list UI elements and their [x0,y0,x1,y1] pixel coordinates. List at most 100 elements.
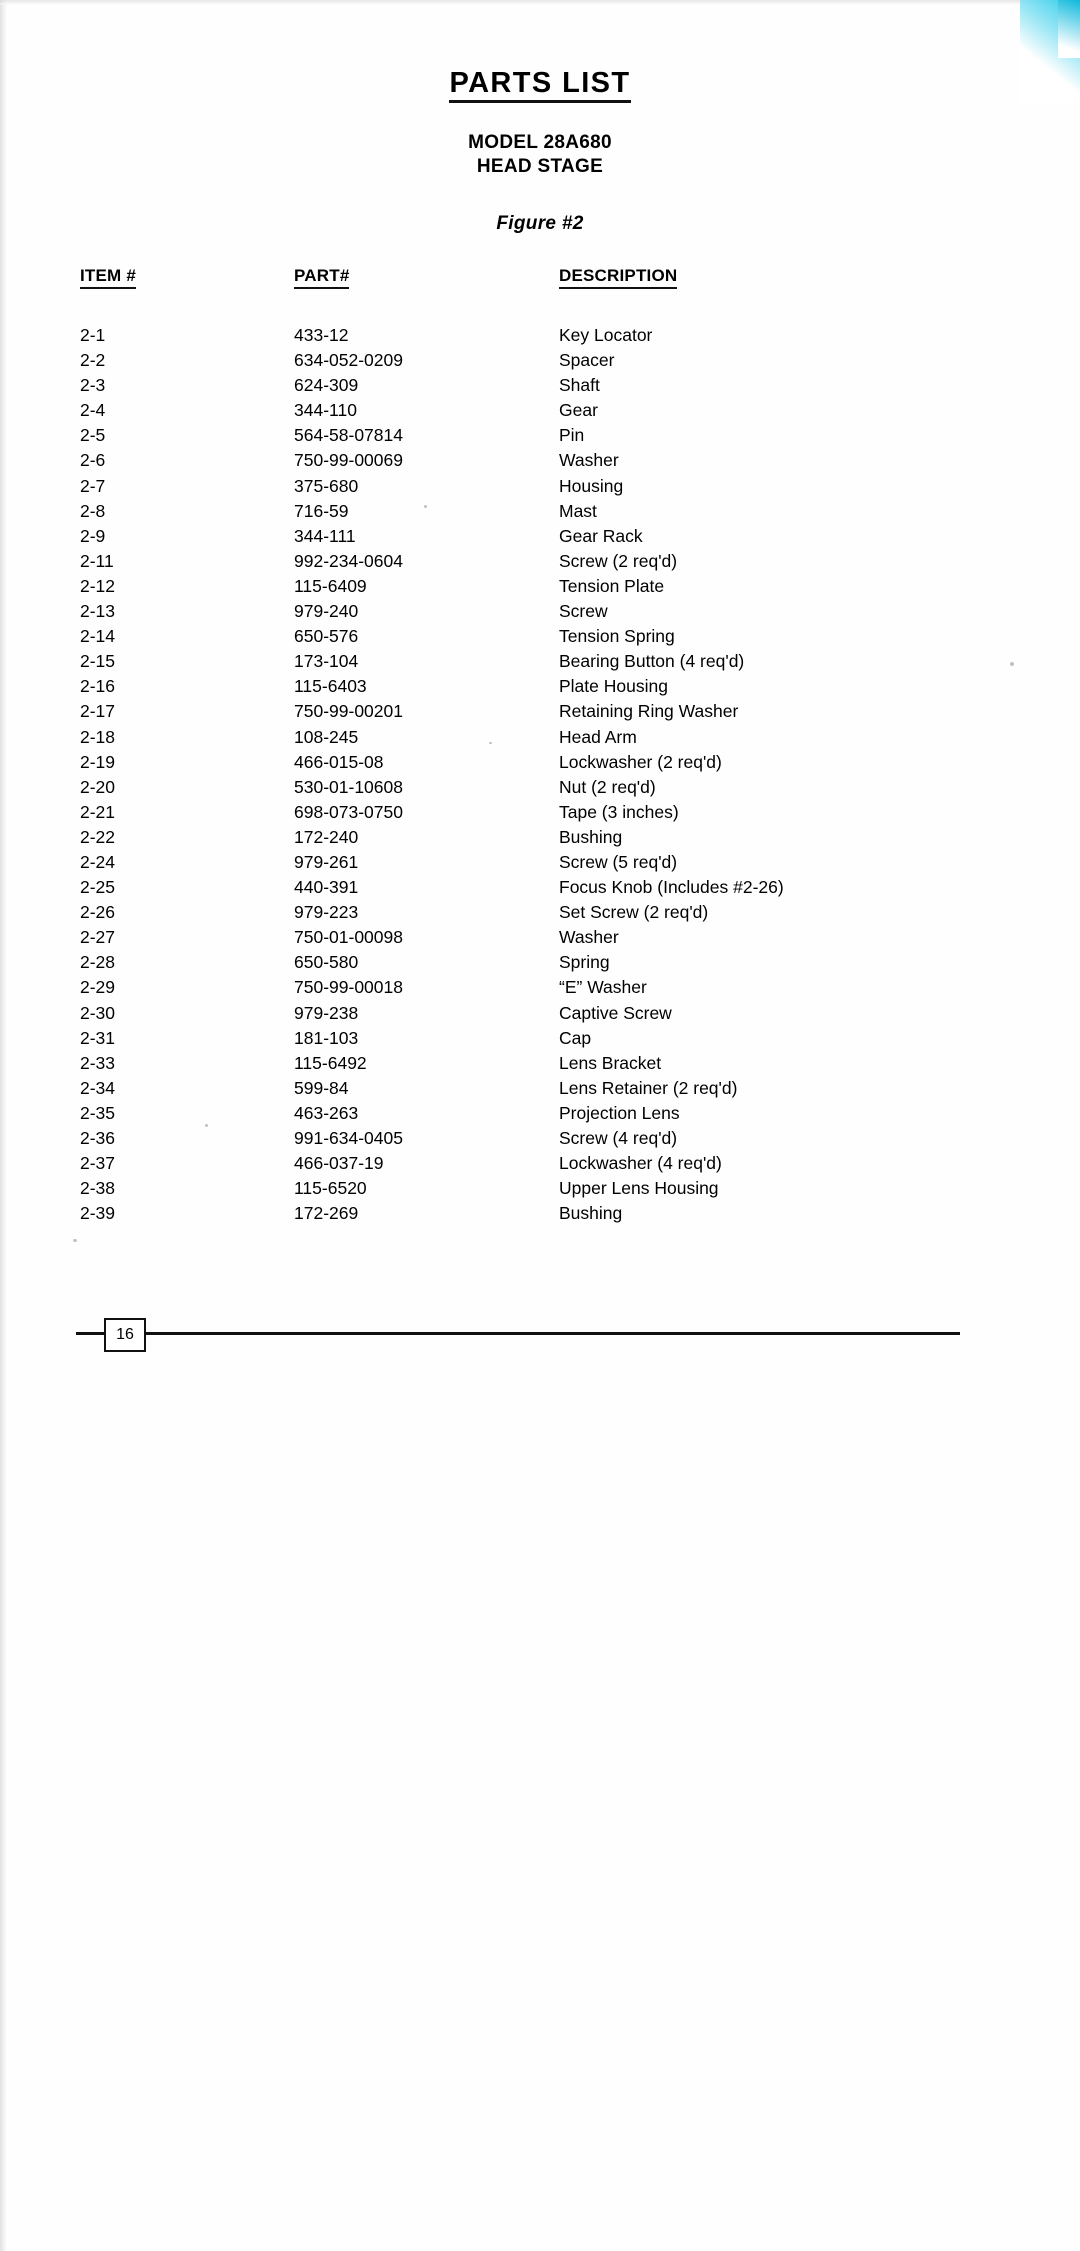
cell-part-number: 564-58-07814 [294,425,403,446]
cell-description: Captive Screw [559,1002,672,1023]
cell-description: Lockwasher (4 req'd) [559,1153,722,1174]
cell-item-number: 2-36 [80,1128,116,1148]
cell-item-number: 2-5 [80,425,106,446]
cell-part-number: 979-240 [294,601,359,622]
cell-item-number: 2-2 [80,350,106,371]
cell-description: Set Screw (2 req'd) [559,902,709,923]
cell-part-number: 440-391 [294,877,359,898]
cell-description: Spacer [559,350,615,371]
cell-description: Gear Rack [559,525,643,546]
cell-part-number: 108-245 [294,726,359,747]
cell-part-number: 115-6409 [294,575,367,596]
table-row: 2-29 750-99-00018 “E” Washer [80,975,940,1000]
cell-description: Screw (2 req'd) [559,550,678,571]
table-row: 2-20 530-01-10608 Nut (2 req'd) [80,775,940,800]
table-row: 2-8 716-59 Mast [80,499,940,524]
cell-part-number: 750-99-00069 [294,450,403,471]
scan-speck [1010,662,1014,666]
cell-part-number: 599-84 [294,1077,349,1098]
cell-part-number: 172-269 [294,1203,359,1224]
cell-part-number: 979-261 [294,851,359,872]
cell-description: Shaft [559,375,600,396]
cell-description: Bearing Button (4 req'd) [559,651,745,672]
cell-description: Projection Lens [559,1102,680,1123]
cell-part-number: 466-037-19 [294,1153,384,1174]
table-row: 2-11 992-234-0604 Screw (2 req'd) [80,549,940,574]
cell-description: Tape (3 inches) [559,801,679,822]
cell-item-number: 2-26 [80,902,116,923]
cell-item-number: 2-13 [80,601,116,622]
table-row: 2-35 463-263 Projection Lens [80,1101,940,1126]
cell-description: Lens Retainer (2 req'd) [559,1077,738,1098]
cell-item-number: 2-27 [80,927,116,948]
cell-item-number: 2-17 [80,701,116,722]
table-row: 2-12 115-6409 Tension Plate [80,574,940,599]
table-row: 2-6 750-99-00069 Washer [80,448,940,473]
scan-edge-artifact-top [0,0,1080,5]
model-number-line: MODEL 28A680 [468,132,612,153]
cell-item-number: 2-38 [80,1178,116,1199]
cell-part-number: 466-015-08 [294,751,384,772]
cell-item-number: 2-29 [80,977,116,998]
cell-part-number: 979-223 [294,902,359,923]
table-row: 2-3 624-309 Shaft [80,373,940,398]
cell-part-number: 992-234-0604 [294,550,403,571]
cell-description: Screw (5 req'd) [559,851,678,872]
cell-description: Gear [559,400,598,421]
column-header-part: PART# [294,266,350,289]
table-row: 2-17 750-99-00201 Retaining Ring Washer [80,699,940,724]
table-row: 2-2 634-052-0209 Spacer [80,348,940,373]
cell-item-number: 2-11 [80,550,114,571]
table-row: 2-21 698-073-0750 Tape (3 inches) [80,800,940,825]
cell-item-number: 2-12 [80,575,116,596]
footer-divider [76,1332,960,1335]
cell-item-number: 2-37 [80,1153,116,1174]
cell-item-number: 2-28 [80,952,116,973]
cell-description: Key Locator [559,325,653,345]
cell-part-number: 991-634-0405 [294,1128,403,1148]
table-row: 2-14 650-576 Tension Spring [80,624,940,649]
cell-description: Retaining Ring Washer [559,701,739,722]
assembly-name-line: HEAD STAGE [476,156,604,178]
cell-part-number: 115-6403 [294,676,367,697]
cell-part-number: 750-99-00018 [294,977,403,998]
cell-item-number: 2-35 [80,1102,116,1123]
cell-description: Bushing [559,1203,623,1224]
cell-description: Tension Spring [559,626,675,647]
cell-part-number: 463-263 [294,1102,359,1123]
cell-item-number: 2-30 [80,1002,116,1023]
cell-item-number: 2-34 [80,1077,116,1098]
cell-part-number: 172-240 [294,826,359,847]
scanned-page: PARTS LIST MODEL 28A680 HEAD STAGE Figur… [0,0,1080,2251]
cell-item-number: 2-18 [80,726,116,747]
cell-part-number: 650-580 [294,952,359,973]
cell-item-number: 2-16 [80,676,116,697]
cell-description: Screw (4 req'd) [559,1128,678,1148]
table-row: 2-1 433-12 Key Locator [80,323,940,348]
cell-part-number: 115-6492 [294,1052,367,1073]
cell-item-number: 2-14 [80,626,116,647]
table-row: 2-36 991-634-0405 Screw (4 req'd) [80,1126,940,1151]
table-row: 2-19 466-015-08 Lockwasher (2 req'd) [80,750,940,775]
table-row: 2-4 344-110 Gear [80,398,940,423]
table-row: 2-30 979-238 Captive Screw [80,1001,940,1026]
cell-item-number: 2-6 [80,450,106,471]
cell-description: Spring [559,952,610,973]
cell-part-number: 344-110 [294,400,357,421]
cell-part-number: 181-103 [294,1027,359,1048]
table-row: 2-13 979-240 Screw [80,599,940,624]
cell-description: Mast [559,500,597,521]
table-row: 2-34 599-84 Lens Retainer (2 req'd) [80,1076,940,1101]
table-row: 2-15 173-104 Bearing Button (4 req'd) [80,649,940,674]
cell-part-number: 530-01-10608 [294,776,403,797]
cell-description: Washer [559,927,619,948]
page-title-text: PARTS LIST [449,68,631,104]
cell-part-number: 750-99-00201 [294,701,403,722]
cell-part-number: 375-680 [294,475,359,496]
cell-item-number: 2-31 [80,1027,116,1048]
parts-table: ITEM # PART# DESCRIPTION 2-1 433-12 Key Lo… [80,266,940,1226]
table-row: 2-5 564-58-07814 Pin [80,423,940,448]
cell-description: Lens Bracket [559,1052,662,1073]
cell-description: Upper Lens Housing [559,1178,719,1199]
cell-description: Screw [559,601,608,622]
